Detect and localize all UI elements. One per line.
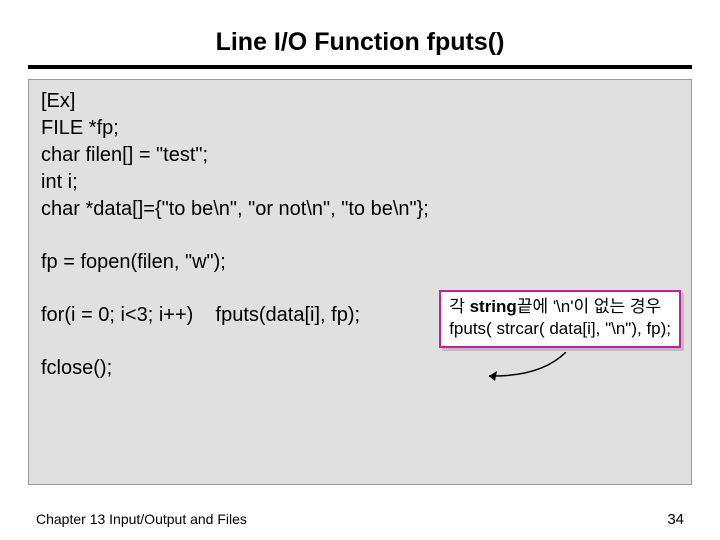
- callout-text: 끝에 '\n'이 없는 경우: [517, 297, 661, 316]
- spacer: [41, 223, 679, 249]
- code-line: char filen[] = "test";: [41, 142, 679, 169]
- slide-title: Line I/O Function fputs(): [28, 28, 692, 69]
- code-line: fclose();: [41, 355, 679, 382]
- code-line: fp = fopen(filen, "w");: [41, 249, 679, 276]
- footer: Chapter 13 Input/Output and Files 34: [36, 511, 684, 528]
- page-number: 34: [667, 511, 684, 528]
- callout-line1: 각 string끝에 '\n'이 없는 경우: [449, 296, 671, 318]
- code-line: int i;: [41, 169, 679, 196]
- arrow-icon: [481, 352, 571, 382]
- callout-text: 각: [449, 297, 469, 316]
- code-line: char *data[]={"to be\n", "or not\n", "to…: [41, 196, 679, 223]
- code-line: FILE *fp;: [41, 115, 679, 142]
- code-line: [Ex]: [41, 88, 679, 115]
- code-box: [Ex] FILE *fp; char filen[] = "test"; in…: [28, 79, 692, 485]
- callout-line2: fputs( strcar( data[i], "\n"), fp);: [449, 318, 671, 340]
- slide: Line I/O Function fputs() [Ex] FILE *fp;…: [0, 0, 720, 540]
- chapter-label: Chapter 13 Input/Output and Files: [36, 511, 247, 527]
- callout-box: 각 string끝에 '\n'이 없는 경우 fputs( strcar( da…: [439, 290, 681, 348]
- callout-bold: string: [470, 297, 517, 316]
